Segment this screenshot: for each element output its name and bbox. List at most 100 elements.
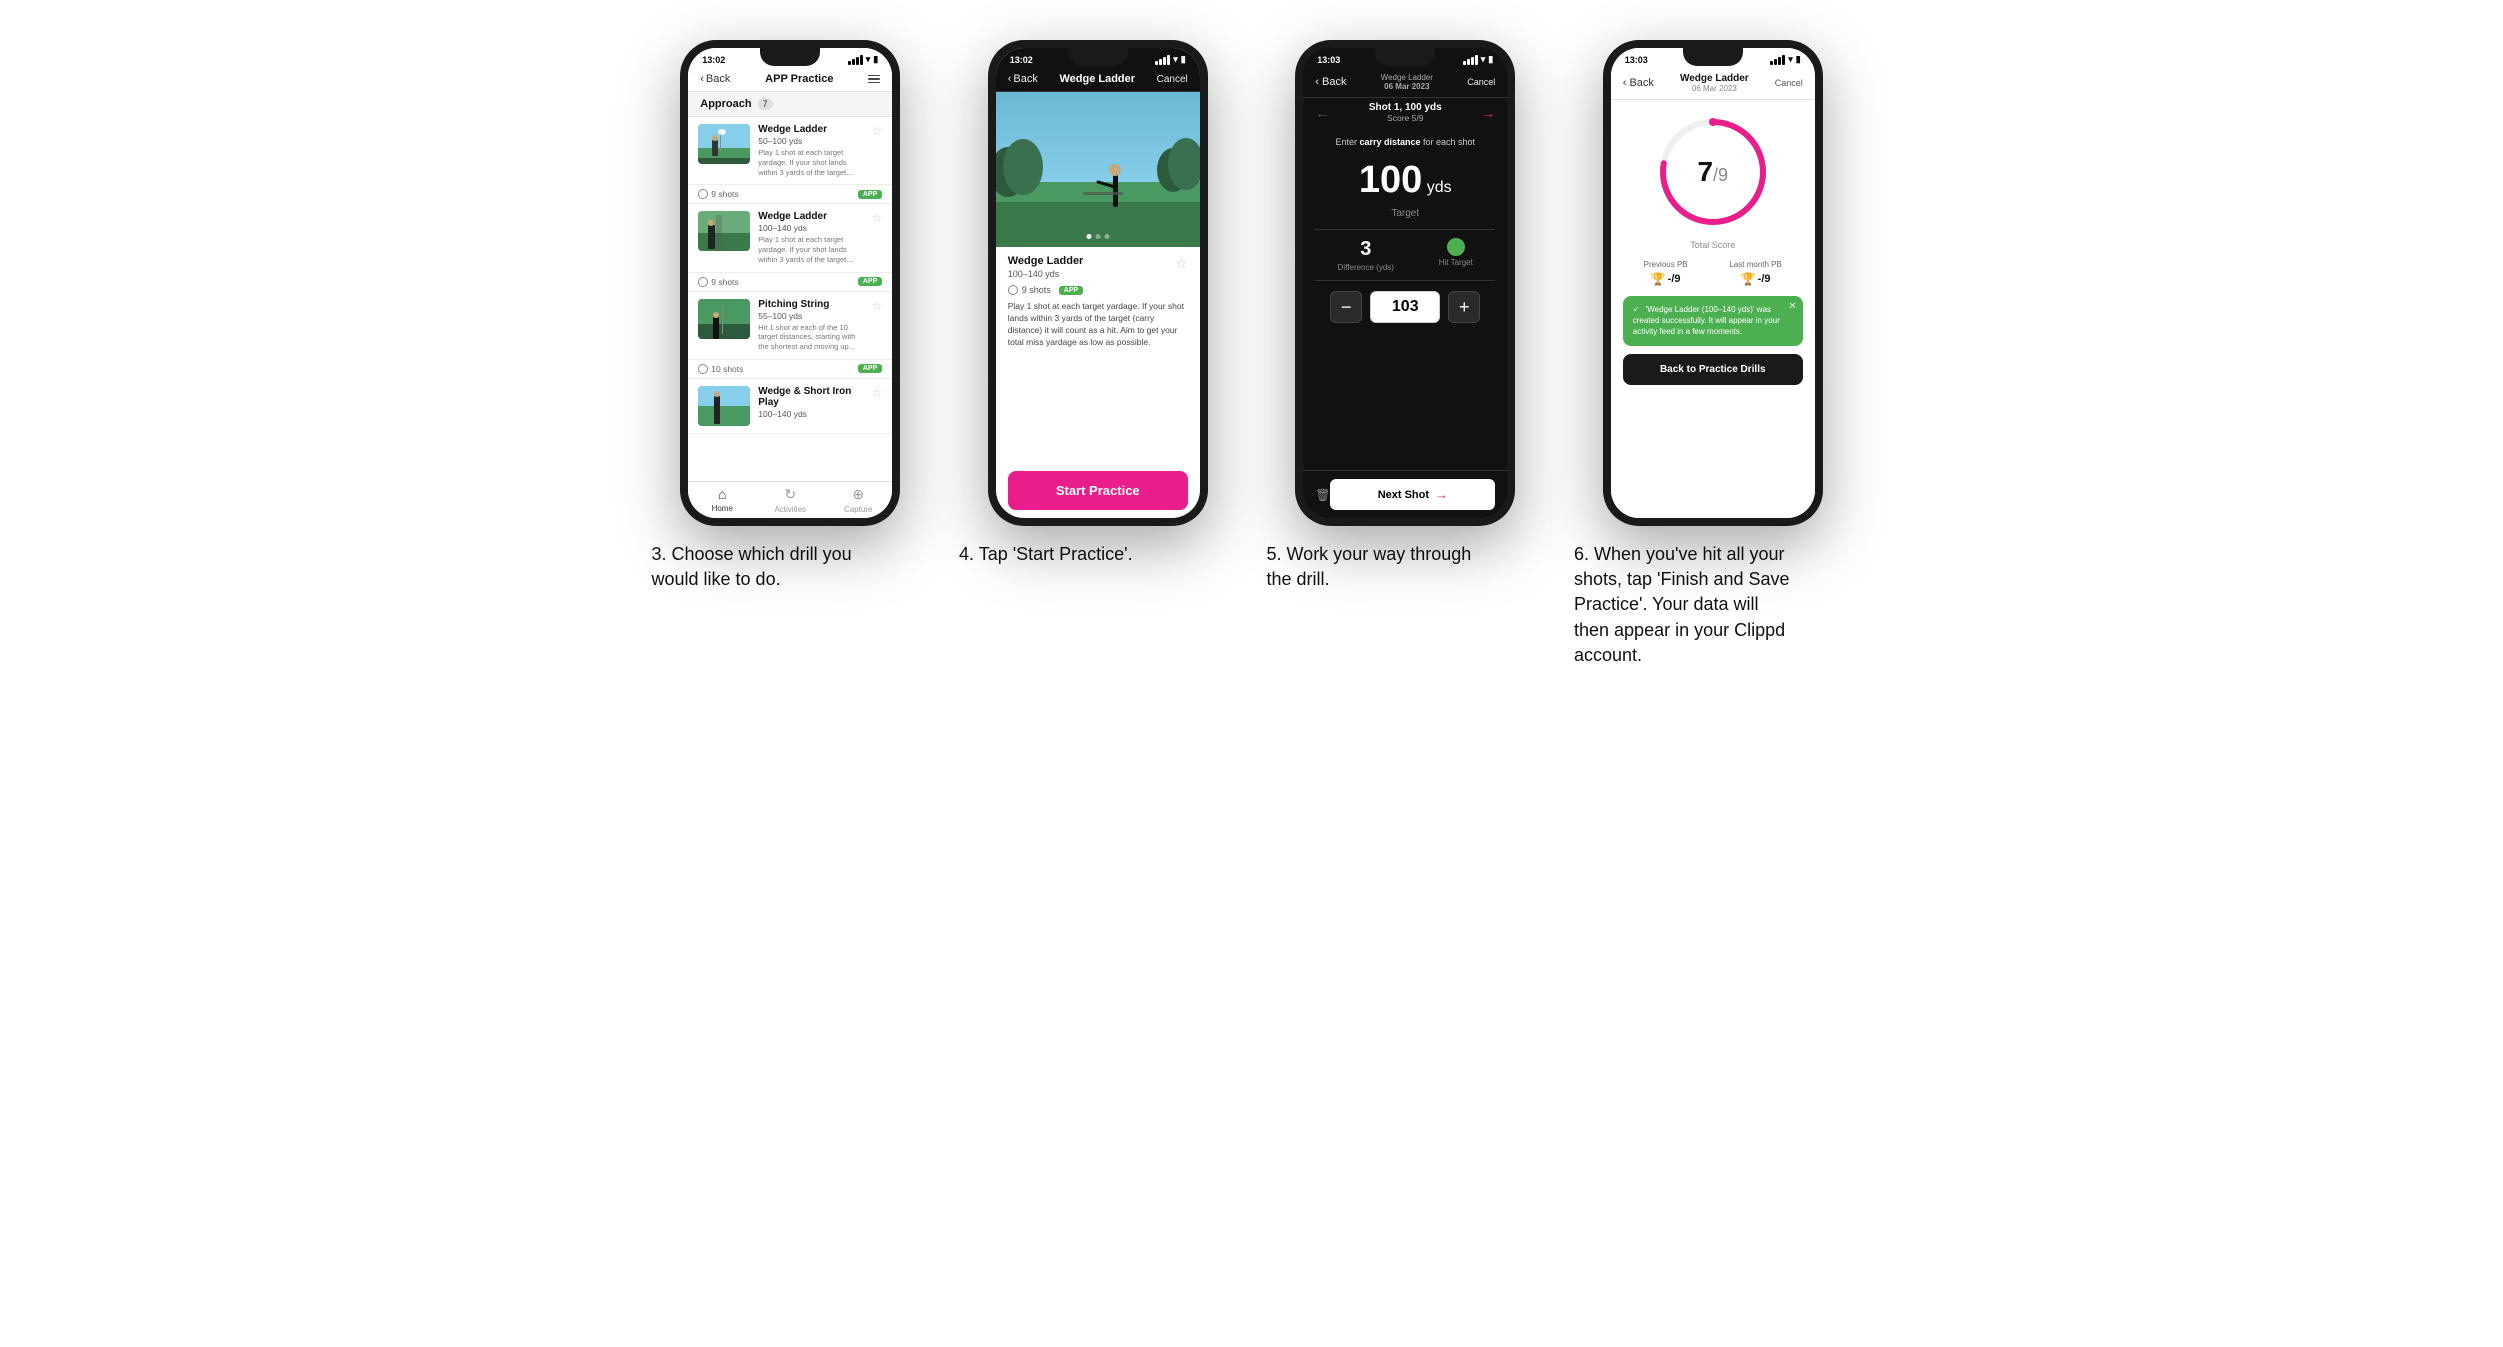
bar3-5 bbox=[1471, 57, 1474, 65]
signal-4 bbox=[1155, 55, 1170, 65]
drill-range-1: 50–100 yds bbox=[758, 136, 863, 146]
prev-shot-btn[interactable]: ← bbox=[1315, 105, 1329, 121]
success-toast-6: ✓ 'Wedge Ladder (100–140 yds)' was creat… bbox=[1623, 296, 1803, 346]
nav-title-4: Wedge Ladder bbox=[1038, 73, 1157, 85]
drill-card-4: Wedge Ladder 100–140 yds ☆ 9 shots APP P… bbox=[996, 247, 1200, 463]
capture-icon: ⊕ bbox=[852, 486, 864, 503]
drill-info-3: Pitching String 55–100 yds Hit 1 shot at… bbox=[758, 299, 863, 352]
time-5: 13:03 bbox=[1317, 55, 1340, 65]
nav-5-top: ‹ Back Wedge Ladder 06 Mar 2023 Cancel bbox=[1303, 67, 1507, 98]
signal-6 bbox=[1770, 55, 1785, 65]
tab-activities-label: Activities bbox=[774, 505, 806, 514]
ham-line-2 bbox=[868, 78, 880, 80]
back-btn-3[interactable]: ‹ Back bbox=[700, 73, 730, 85]
phone-6: 13:03 ▾ ▮ bbox=[1603, 40, 1823, 526]
ham-line-1 bbox=[868, 75, 880, 77]
bar4 bbox=[860, 55, 863, 65]
cancel-btn-4[interactable]: Cancel bbox=[1157, 74, 1188, 85]
signal-3 bbox=[848, 55, 863, 65]
drill-name-4: Wedge & Short Iron Play bbox=[758, 386, 863, 408]
star-icon-4[interactable]: ☆ bbox=[871, 386, 882, 400]
bar1-6 bbox=[1770, 61, 1773, 65]
shot-nav-title: Shot 1, 100 yds Score 5/9 bbox=[1329, 102, 1481, 123]
score-total: 9 bbox=[1718, 165, 1728, 185]
drill-range-2: 100–140 yds bbox=[758, 223, 863, 233]
drill-card-shots-4: 9 shots APP bbox=[1008, 285, 1188, 295]
decrement-btn[interactable]: − bbox=[1330, 291, 1362, 323]
bar4-6 bbox=[1782, 55, 1785, 65]
diff-label: Difference (yds) bbox=[1338, 263, 1394, 272]
shots-label-2: 9 shots bbox=[698, 277, 738, 287]
next-shot-btn-5[interactable]: Next Shot → bbox=[1330, 479, 1495, 510]
trash-icon-5[interactable]: 🗑 bbox=[1315, 488, 1330, 502]
app-badge-detail-4: APP bbox=[1059, 286, 1083, 295]
next-shot-nav-btn[interactable]: → bbox=[1481, 105, 1495, 121]
drill-info-1: Wedge Ladder 50–100 yds Play 1 shot at e… bbox=[758, 124, 863, 177]
toast-close-btn[interactable]: ✕ bbox=[1788, 300, 1796, 314]
drill-card-range-4: 100–140 yds bbox=[1008, 269, 1084, 279]
tab-capture[interactable]: ⊕ Capture bbox=[824, 486, 892, 514]
circle-icon-3 bbox=[698, 364, 708, 374]
drill-info-4: Wedge & Short Iron Play 100–140 yds bbox=[758, 386, 863, 419]
menu-icon-3[interactable] bbox=[868, 75, 880, 84]
drill-card-name-4: Wedge Ladder bbox=[1008, 255, 1084, 267]
bar1-4 bbox=[1155, 61, 1158, 65]
back-btn-5[interactable]: ‹ Back bbox=[1315, 76, 1346, 88]
time-3: 13:02 bbox=[702, 55, 725, 65]
back-btn-6[interactable]: ‹ Back bbox=[1623, 77, 1654, 89]
back-btn-4[interactable]: ‹ Back bbox=[1008, 73, 1038, 85]
tab-home[interactable]: ⌂ Home bbox=[688, 486, 756, 514]
status-icons-3: ▾ ▮ bbox=[848, 54, 878, 65]
drill-list-3: Wedge Ladder 50–100 yds Play 1 shot at e… bbox=[688, 117, 892, 481]
prev-pb-value: 🏆 -/9 bbox=[1644, 272, 1688, 286]
time-6: 13:03 bbox=[1625, 55, 1648, 65]
phone-3-section: 13:02 ▾ ▮ bbox=[652, 40, 930, 592]
bar1 bbox=[848, 61, 851, 65]
star-icon-1[interactable]: ☆ bbox=[871, 124, 882, 138]
nav-date-6: 06 Mar 2023 bbox=[1654, 84, 1775, 93]
screen-5: 13:03 ▾ ▮ bbox=[1303, 48, 1507, 518]
star-icon-3[interactable]: ☆ bbox=[871, 299, 882, 313]
phone-3-wrapper: 13:02 ▾ ▮ bbox=[680, 40, 900, 526]
dot-3 bbox=[1104, 234, 1109, 239]
tab-capture-label: Capture bbox=[844, 505, 872, 514]
battery-icon-6: ▮ bbox=[1796, 54, 1801, 65]
increment-btn[interactable]: + bbox=[1448, 291, 1480, 323]
caption-6: 6. When you've hit all your shots, tap '… bbox=[1574, 542, 1794, 668]
cancel-btn-6[interactable]: Cancel bbox=[1775, 78, 1803, 88]
star-icon-2[interactable]: ☆ bbox=[871, 211, 882, 225]
shots-count-4: 9 shots bbox=[1022, 285, 1051, 295]
wifi-icon-4: ▾ bbox=[1173, 54, 1178, 65]
drill-thumb-4 bbox=[698, 386, 750, 426]
circle-icon-1 bbox=[698, 189, 708, 199]
start-practice-btn[interactable]: Start Practice bbox=[1008, 471, 1188, 510]
nav-3: ‹ Back APP Practice bbox=[688, 67, 892, 92]
target-label-5: Target bbox=[1315, 208, 1495, 219]
bar3-4 bbox=[1163, 57, 1166, 65]
drill-item-1[interactable]: Wedge Ladder 50–100 yds Play 1 shot at e… bbox=[688, 117, 892, 204]
tab-activities[interactable]: ↻ Activities bbox=[756, 486, 824, 514]
toast-text: 'Wedge Ladder (100–140 yds)' was created… bbox=[1633, 305, 1780, 336]
app-badge-3: APP bbox=[858, 364, 882, 373]
drill-item-3[interactable]: Pitching String 55–100 yds Hit 1 shot at… bbox=[688, 292, 892, 379]
drill-item-4[interactable]: Wedge & Short Iron Play 100–140 yds ☆ bbox=[688, 379, 892, 434]
screen-6: 13:03 ▾ ▮ bbox=[1611, 48, 1815, 518]
golf-scene-2 bbox=[698, 211, 750, 251]
trophy-prev: 🏆 bbox=[1651, 272, 1666, 286]
cancel-btn-5[interactable]: Cancel bbox=[1467, 77, 1495, 87]
drill-range-4: 100–140 yds bbox=[758, 409, 863, 419]
drill-info-2: Wedge Ladder 100–140 yds Play 1 shot at … bbox=[758, 211, 863, 264]
target-unit-5: yds bbox=[1427, 179, 1452, 196]
shot-subtitle-5: Wedge Ladder bbox=[1346, 73, 1467, 82]
diff-stat: 3 Difference (yds) bbox=[1338, 238, 1394, 272]
star-icon-detail[interactable]: ☆ bbox=[1175, 255, 1188, 272]
drill-item-2[interactable]: Wedge Ladder 100–140 yds Play 1 shot at … bbox=[688, 204, 892, 291]
golf-scene-4 bbox=[698, 386, 750, 426]
drill-item-3-content: Pitching String 55–100 yds Hit 1 shot at… bbox=[688, 292, 892, 360]
back-drills-btn-6[interactable]: Back to Practice Drills bbox=[1623, 354, 1803, 385]
last-pb-label: Last month PB bbox=[1729, 260, 1781, 269]
next-shot-bar-5: 🗑 Next Shot → bbox=[1303, 470, 1507, 518]
drill-detail-img-4 bbox=[996, 92, 1200, 247]
score-circle-container: 7/9 bbox=[1653, 112, 1773, 232]
stepper-value[interactable]: 103 bbox=[1370, 291, 1440, 323]
